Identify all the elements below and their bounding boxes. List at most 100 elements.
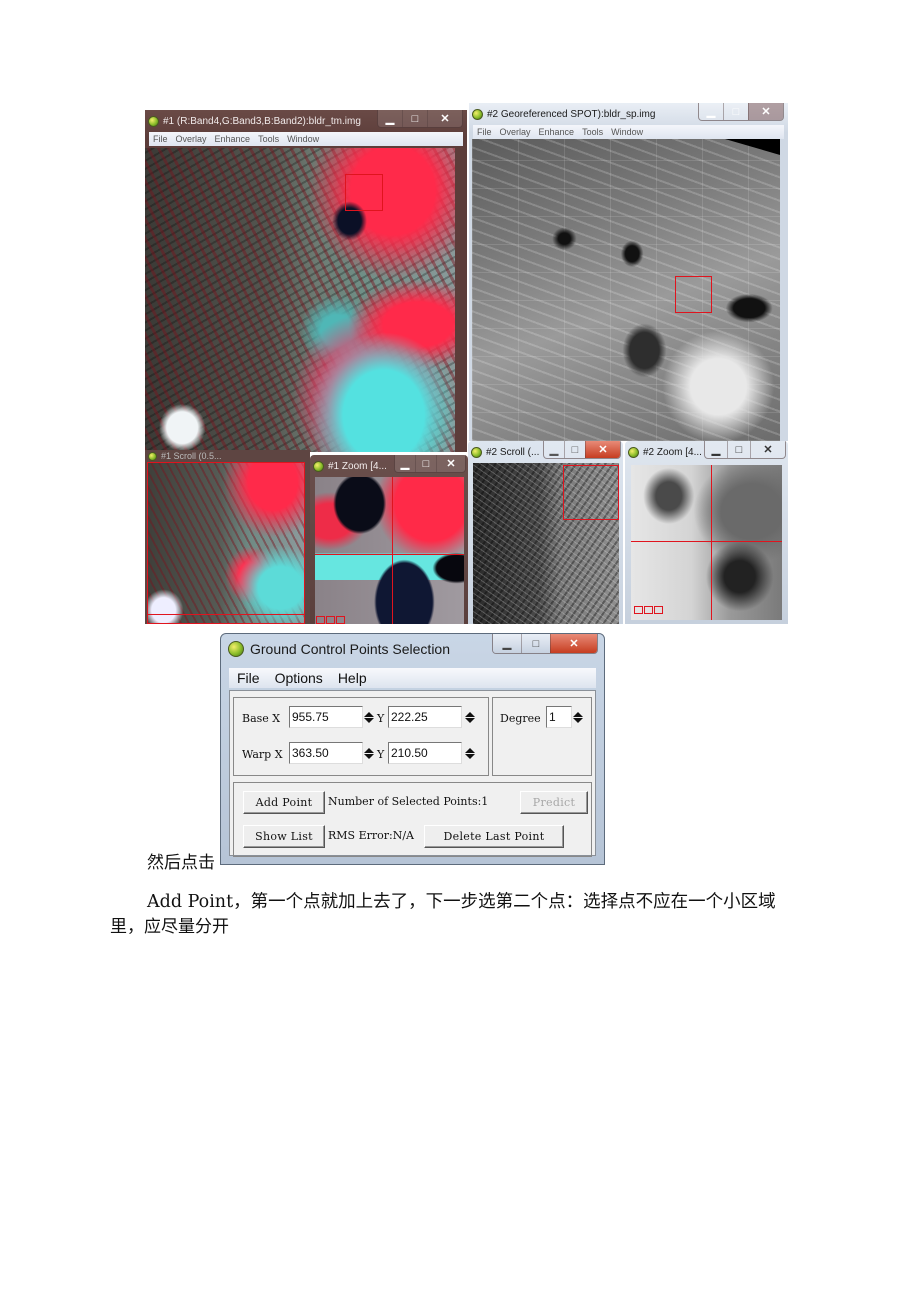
zoom1-title-bar[interactable]: #1 Zoom [4... ▁ □ ✕ xyxy=(310,455,468,477)
spot-image-window: #2 Georeferenced SPOT):bldr_sp.img ▁ □ ✕… xyxy=(469,103,788,441)
envi-app-icon xyxy=(313,460,324,472)
warp-x-spinner[interactable] xyxy=(362,742,376,764)
predict-button[interactable]: Predict xyxy=(520,791,588,814)
spot-window-controls: ▁ □ ✕ xyxy=(698,103,784,121)
spot-title-bar[interactable]: #2 Georeferenced SPOT):bldr_sp.img ▁ □ ✕ xyxy=(469,103,788,125)
zoom-in-icon[interactable] xyxy=(326,616,335,624)
maximize-button[interactable]: □ xyxy=(402,110,427,127)
base-x-input[interactable]: 955.75 xyxy=(289,706,363,728)
minimize-icon: ▁ xyxy=(711,444,721,456)
menu-overlay[interactable]: Overlay xyxy=(176,134,207,144)
gcp-title-bar[interactable]: Ground Control Points Selection ▁ □ ✕ xyxy=(221,634,604,664)
minimize-button[interactable]: ▁ xyxy=(544,441,564,458)
maximize-button[interactable]: □ xyxy=(723,103,748,120)
minimize-icon: ▁ xyxy=(400,458,410,470)
tm-zoom-display[interactable] xyxy=(315,477,464,624)
delete-last-point-button[interactable]: Delete Last Point xyxy=(424,825,564,848)
zoom-region-box[interactable] xyxy=(345,174,383,211)
menu-tools[interactable]: Tools xyxy=(582,127,603,137)
spin-down-icon xyxy=(465,717,475,723)
warp-y-label: Y xyxy=(377,748,385,761)
spin-up-icon xyxy=(364,711,374,717)
zoom-out-icon[interactable] xyxy=(316,616,325,624)
close-icon: ✕ xyxy=(598,444,608,456)
close-button[interactable]: ✕ xyxy=(585,441,620,458)
zoom-reset-icon[interactable] xyxy=(654,606,663,614)
close-button[interactable]: ✕ xyxy=(550,634,597,653)
zoom-in-icon[interactable] xyxy=(644,606,653,614)
spot-zoom-display[interactable] xyxy=(631,465,782,620)
add-point-button[interactable]: Add Point xyxy=(243,791,325,814)
menu-file[interactable]: File xyxy=(237,670,260,686)
menu-enhance[interactable]: Enhance xyxy=(215,134,251,144)
zoom-region-box[interactable] xyxy=(675,276,712,313)
maximize-icon: □ xyxy=(571,443,579,456)
selected-points-count: 1 xyxy=(481,795,489,808)
crosshair-vertical xyxy=(711,465,712,620)
scroll-region-box[interactable] xyxy=(563,465,619,520)
menu-options[interactable]: Options xyxy=(275,670,323,686)
menu-window[interactable]: Window xyxy=(611,127,643,137)
rms-error-label: RMS Error:N/A xyxy=(328,829,414,842)
base-y-spinner[interactable] xyxy=(463,706,477,728)
maximize-button[interactable]: □ xyxy=(564,441,585,458)
maximize-icon: □ xyxy=(411,112,419,125)
show-list-button[interactable]: Show List xyxy=(243,825,325,848)
spot-image-display[interactable] xyxy=(472,139,780,441)
warp-y-input[interactable]: 210.50 xyxy=(388,742,462,764)
degree-spinner[interactable] xyxy=(571,706,585,728)
menu-overlay[interactable]: Overlay xyxy=(500,127,531,137)
minimize-icon: ▁ xyxy=(549,444,559,456)
spin-up-icon xyxy=(465,747,475,753)
minimize-button[interactable]: ▁ xyxy=(705,441,727,458)
menu-window[interactable]: Window xyxy=(287,134,319,144)
close-button[interactable]: ✕ xyxy=(750,441,785,458)
degree-group: Degree 1 xyxy=(492,697,592,776)
tm-image-display[interactable] xyxy=(145,148,455,452)
menu-tools[interactable]: Tools xyxy=(258,134,279,144)
maximize-button[interactable]: □ xyxy=(415,455,436,472)
close-button[interactable]: ✕ xyxy=(427,110,462,127)
instruction-text-line2: Add Point，第一个点就加上去了，下一步选第二个点：选择点不应在一个小区域 xyxy=(147,892,776,912)
warp-y-spinner[interactable] xyxy=(463,742,477,764)
no-data-corner xyxy=(725,139,780,155)
minimize-icon: ▁ xyxy=(502,638,512,650)
scroll1-title-bar[interactable]: #1 Scroll (0.5... xyxy=(145,450,310,462)
spin-down-icon xyxy=(465,753,475,759)
minimize-button[interactable]: ▁ xyxy=(378,110,402,127)
spot-window-title: #2 Georeferenced SPOT):bldr_sp.img xyxy=(487,108,656,120)
base-y-input[interactable]: 222.25 xyxy=(388,706,462,728)
minimize-button[interactable]: ▁ xyxy=(699,103,723,120)
menu-file[interactable]: File xyxy=(477,127,492,137)
base-x-label: Base X xyxy=(242,712,281,725)
maximize-icon: □ xyxy=(732,105,740,118)
spin-up-icon xyxy=(364,747,374,753)
base-x-spinner[interactable] xyxy=(362,706,376,728)
minimize-button[interactable]: ▁ xyxy=(395,455,415,472)
menu-help[interactable]: Help xyxy=(338,670,367,686)
close-button[interactable]: ✕ xyxy=(748,103,783,120)
close-icon: ✕ xyxy=(569,638,579,650)
rms-error-text: RMS Error: xyxy=(328,829,393,842)
menu-enhance[interactable]: Enhance xyxy=(539,127,575,137)
scroll2-title-bar[interactable]: #2 Scroll (... ▁ □ ✕ xyxy=(468,441,623,463)
tm-scroll-display[interactable] xyxy=(147,462,305,624)
gcp-window-controls: ▁ □ ✕ xyxy=(492,634,598,654)
minimize-button[interactable]: ▁ xyxy=(493,634,521,653)
zoom2-title-bar[interactable]: #2 Zoom [4... ▁ □ ✕ xyxy=(625,441,788,463)
warp-x-input[interactable]: 363.50 xyxy=(289,742,363,764)
maximize-icon: □ xyxy=(532,637,540,650)
spin-up-icon xyxy=(465,711,475,717)
menu-file[interactable]: File xyxy=(153,134,168,144)
tm-menubar: File Overlay Enhance Tools Window xyxy=(149,132,463,146)
degree-input[interactable]: 1 xyxy=(546,706,572,728)
close-button[interactable]: ✕ xyxy=(436,455,465,472)
zoom-reset-icon[interactable] xyxy=(336,616,345,624)
maximize-button[interactable]: □ xyxy=(521,634,550,653)
zoom-out-icon[interactable] xyxy=(634,606,643,614)
maximize-icon: □ xyxy=(422,457,430,470)
selected-points-text: Number of Selected Points: xyxy=(328,795,482,808)
maximize-button[interactable]: □ xyxy=(727,441,750,458)
tm-title-bar[interactable]: #1 (R:Band4,G:Band3,B:Band2):bldr_tm.img… xyxy=(145,110,467,132)
spot-scroll-display[interactable] xyxy=(473,463,619,624)
